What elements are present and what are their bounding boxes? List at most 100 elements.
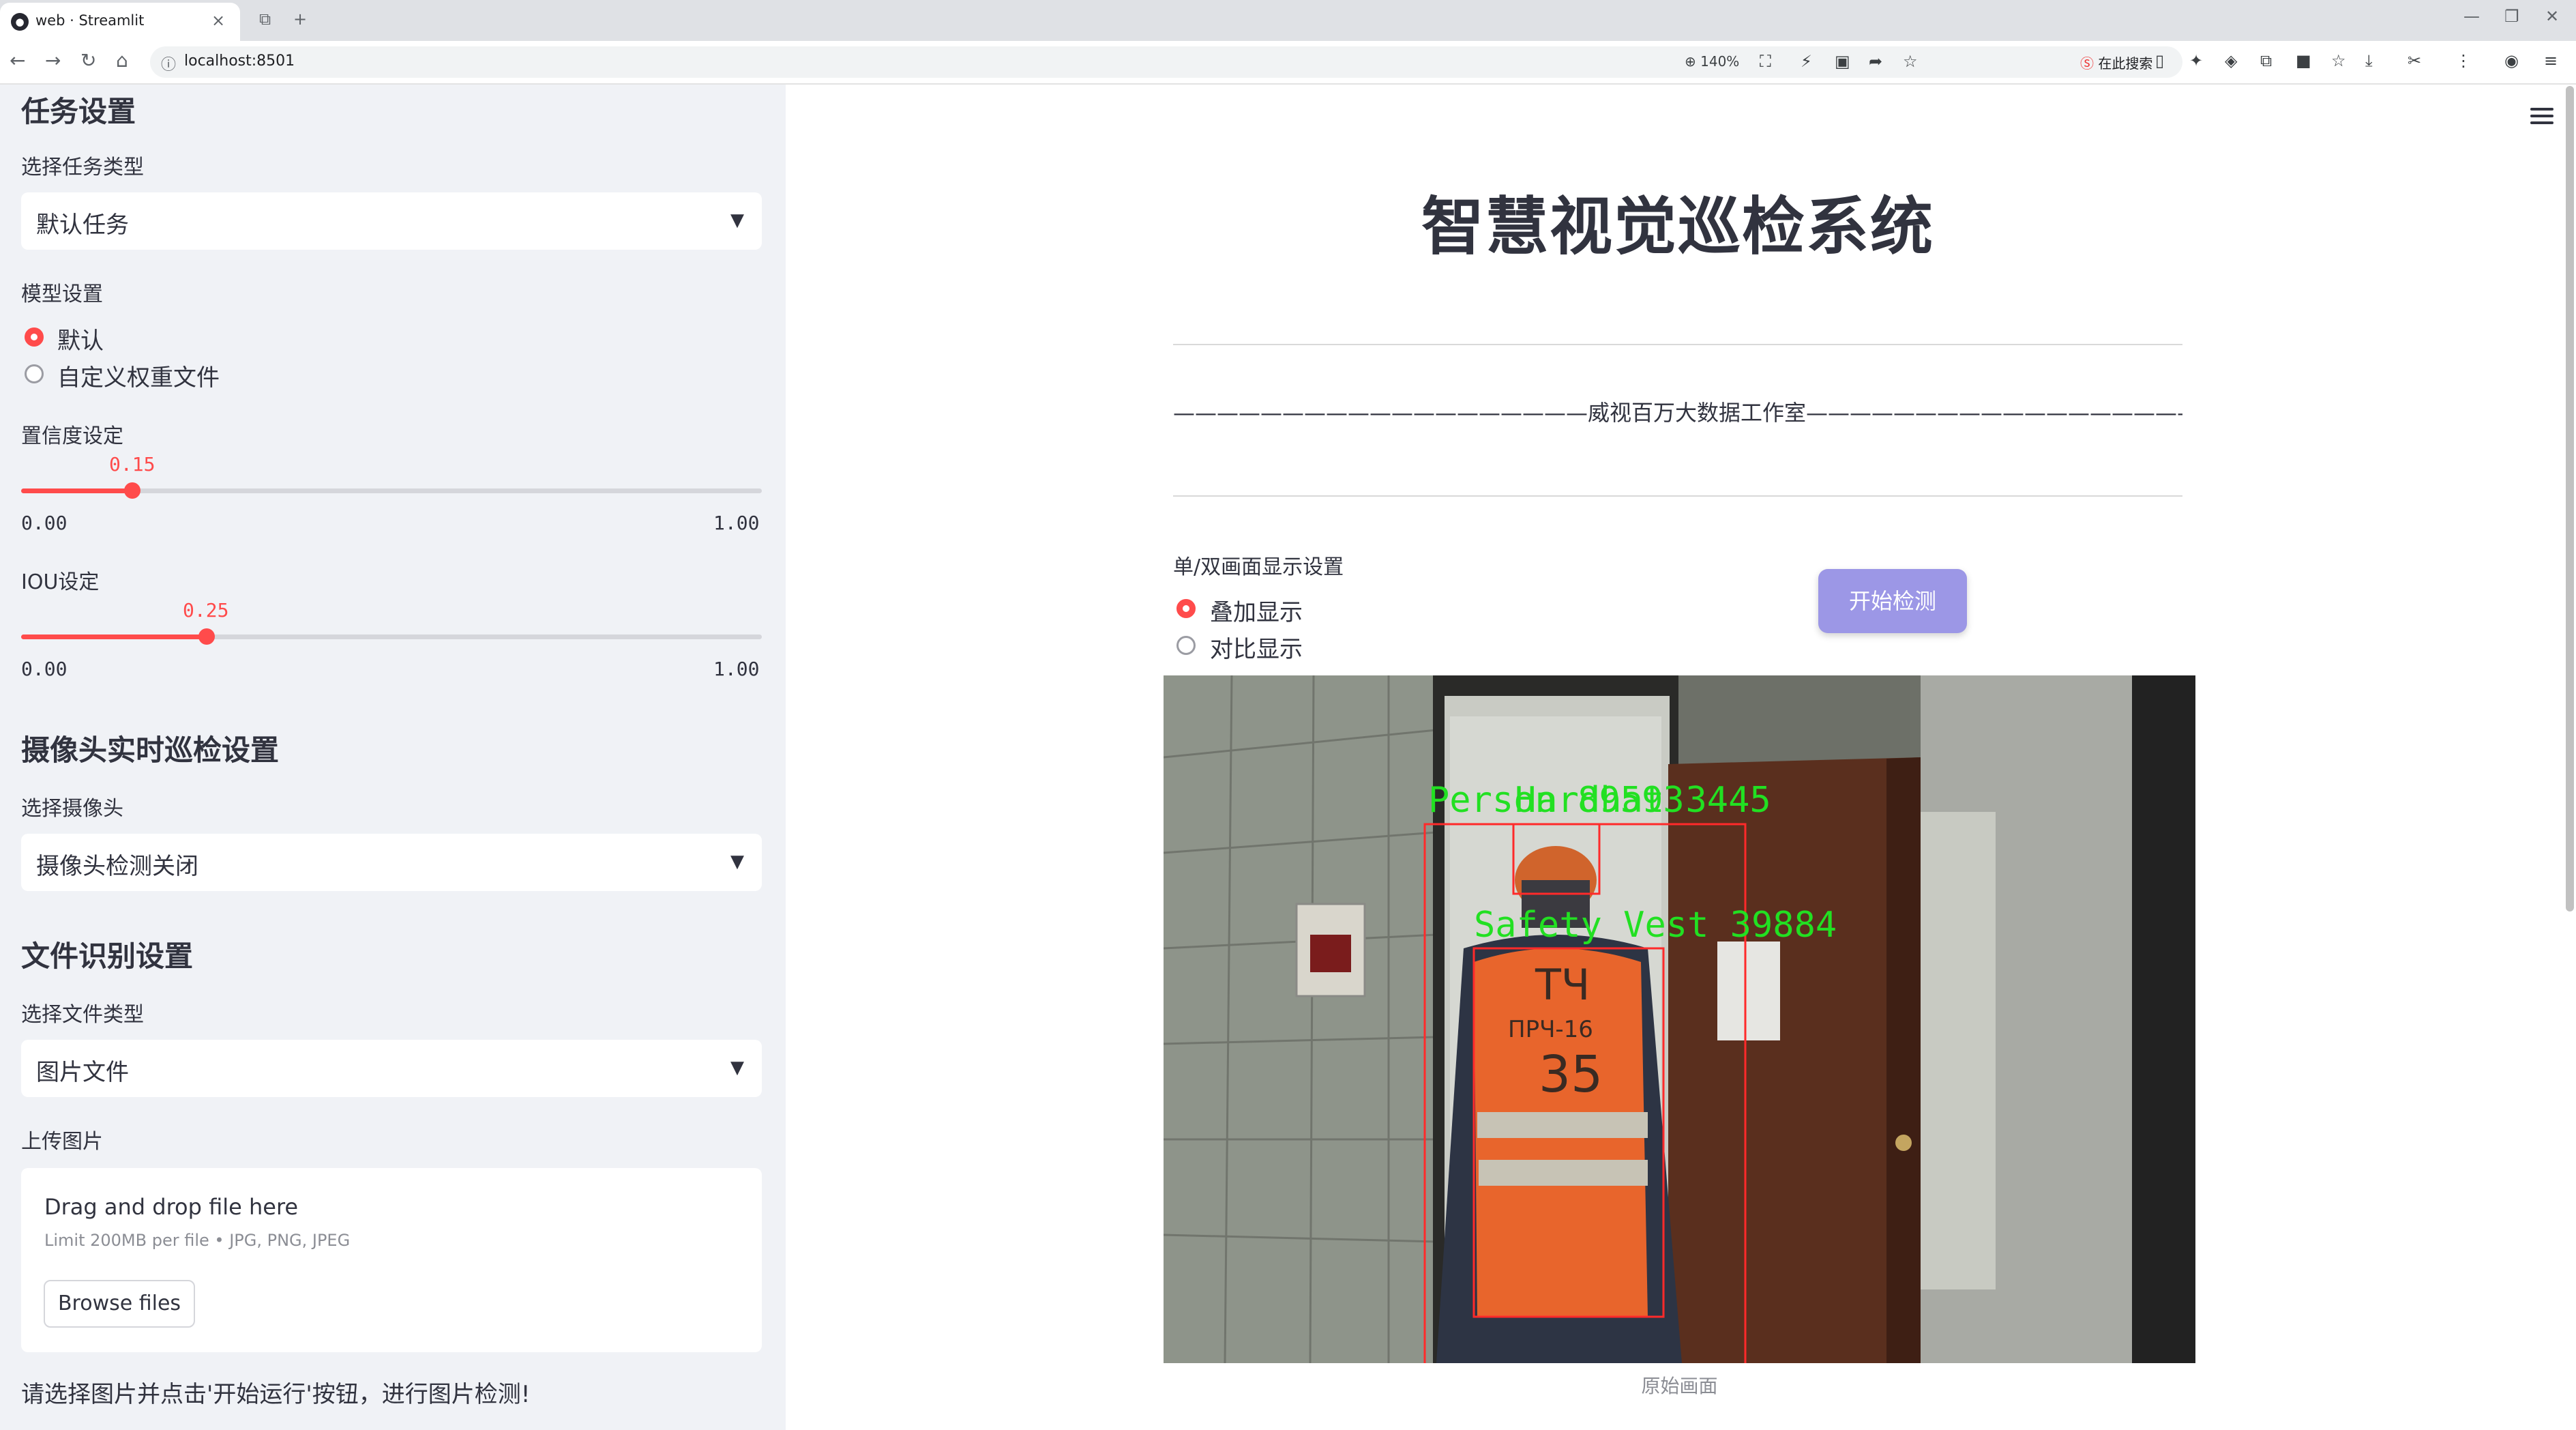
confidence-value: 0.15 [109,453,156,476]
confidence-slider-track[interactable] [21,482,762,499]
bookmark-star-icon[interactable]: ☆ [1903,52,1918,71]
task-type-select[interactable]: 默认任务 ▼ [21,192,762,250]
radio-custom-weights[interactable] [25,364,44,383]
zoom-level: 140% [1700,53,1740,70]
page-subtitle: ———————————————————威视百万大数据工作室———————————… [1173,400,2182,426]
confidence-min: 0.00 [21,512,68,534]
chevron-down-icon: ▼ [730,851,744,872]
camera-settings-heading: 摄像头实时巡检设置 [21,733,280,767]
lightning-icon[interactable]: ⚡ [1801,52,1812,71]
search-placeholder: 在此搜索 [2098,55,2153,72]
restore-icon[interactable]: ❐ [2504,7,2519,26]
tab-title: web · Streamlit [35,12,145,29]
file-type-value: 图片文件 [36,1059,129,1086]
page-title: 智慧视觉巡检系统 [1421,190,1934,263]
streamlit-favicon-icon: ● [11,13,29,31]
site-info-icon[interactable]: ⓘ [161,53,176,74]
address-bar[interactable]: ⓘ localhost:8501 ⊕ 140% ⛶ ⚡ ▣ ➦ ☆ Ⓢ 在此搜索 [150,46,2182,78]
profile-avatar[interactable]: ◉ [2504,51,2519,70]
phone-icon[interactable]: ▯ [2155,51,2164,70]
radio-default-model[interactable] [25,327,44,347]
start-detection-button[interactable]: 开始检测 [1818,569,1967,633]
browser-tab[interactable]: ● web · Streamlit × [0,3,240,41]
zoom-icon: ⊕ [1685,53,1701,70]
display-mode-label: 单/双画面显示设置 [1173,555,1344,579]
share-icon[interactable]: ➦ [1869,52,1882,71]
vest-text-top: ТЧ [1535,960,1590,1010]
menu-icon[interactable]: ≡ [2544,51,2558,70]
radio-default-model-label[interactable]: 默认 [57,322,104,355]
iou-value: 0.25 [183,599,229,622]
translate-icon[interactable]: ⛶ [1760,52,1771,71]
file-uploader-dropzone[interactable]: Drag and drop file here Limit 200MB per … [21,1168,762,1352]
close-tab-icon[interactable]: × [211,11,225,30]
chevron-down-icon: ▼ [730,1057,744,1078]
iou-max: 1.00 [713,658,760,680]
iou-label: IOU设定 [21,570,100,594]
download-icon[interactable]: ⤓ [2365,51,2373,70]
screenshot-icon[interactable]: ▣ [1835,52,1850,71]
camera-select[interactable]: 摄像头检测关闭 ▼ [21,834,762,891]
window-close-icon[interactable]: ✕ [2545,7,2559,26]
file-type-select[interactable]: 图片文件 ▼ [21,1040,762,1097]
model-settings-label: 模型设置 [21,282,103,306]
scene-illustration: ТЧ ПРЧ-16 35 Person 89593 Hardhat 3445 S… [1164,675,2195,1363]
sidebar: 任务设置 选择任务类型 默认任务 ▼ 模型设置 默认 自定义权重文件 置信度设定… [0,85,786,1430]
upload-image-label: 上传图片 [21,1130,103,1154]
task-type-label: 选择任务类型 [21,156,144,179]
upload-hint: 请选择图片并点击'开始运行'按钮，进行图片检测! [21,1381,531,1408]
iou-slider-track[interactable] [21,628,762,645]
home-icon[interactable]: ⌂ [116,49,128,72]
browser-toolbar: ← → ↻ ⌂ ⓘ localhost:8501 ⊕ 140% ⛶ ⚡ ▣ ➦ … [0,41,2576,85]
radio-custom-weights-label[interactable]: 自定义权重文件 [57,359,220,392]
uploader-limits: Limit 200MB per file • JPG, PNG, JPEG [44,1231,351,1250]
radio-overlay-display[interactable] [1176,599,1196,618]
favorites-icon[interactable]: ☆ [2331,51,2346,70]
camera-select-value: 摄像头检测关闭 [36,853,198,880]
confidence-max: 1.00 [713,512,760,534]
radio-overlay-display-label[interactable]: 叠加显示 [1210,594,1303,627]
door-notice [1717,942,1780,1040]
task-settings-heading: 任务设置 [21,95,136,128]
file-type-label: 选择文件类型 [21,1003,144,1027]
confidence-label: 置信度设定 [21,424,123,448]
detection-label-hardhat: Hardhat 3445 [1515,780,1771,821]
iou-slider-thumb[interactable] [198,628,215,645]
more-icon[interactable]: ⋮ [2455,51,2472,70]
back-icon[interactable]: ← [10,49,25,72]
chevron-down-icon: ▼ [730,210,744,231]
vest-text-middle: ПРЧ-16 [1508,1016,1593,1043]
uploader-title: Drag and drop file here [44,1194,299,1220]
detection-label-safety-vest: Safety Vest 39884 [1474,905,1837,946]
extension-dark-icon[interactable]: ■ [2296,51,2311,70]
radio-compare-display-label[interactable]: 对比显示 [1210,630,1303,664]
iou-slider-fill [21,634,207,639]
new-tab-icon[interactable]: + [293,10,307,29]
iou-min: 0.00 [21,658,68,680]
hamburger-menu-icon[interactable] [2530,108,2553,128]
divider [1173,495,2182,497]
vest-text-number: 35 [1539,1045,1603,1104]
tab-actions-icon[interactable]: ⧉ [259,10,271,29]
reload-icon[interactable]: ↻ [80,49,96,72]
detection-result-image: ТЧ ПРЧ-16 35 Person 89593 Hardhat 3445 S… [1164,675,2195,1363]
forward-icon[interactable]: → [45,49,61,72]
translate-ext-icon[interactable]: ⧉ [2260,51,2272,70]
search-engine-box[interactable]: Ⓢ 在此搜索 [2080,53,2285,78]
confidence-slider-fill [21,488,132,493]
browse-files-button[interactable]: Browse files [44,1280,195,1328]
browser-tab-bar: ● web · Streamlit × ⧉ + — ❐ ✕ [0,0,2576,41]
zoom-indicator[interactable]: ⊕ 140% [1685,53,1739,70]
image-caption: 原始画面 [1641,1375,1718,1397]
page-scrollbar[interactable] [2566,86,2574,911]
scissors-icon[interactable]: ✂ [2408,51,2421,70]
radio-compare-display[interactable] [1176,636,1196,655]
minimize-icon[interactable]: — [2463,7,2480,26]
confidence-slider-thumb[interactable] [123,482,140,499]
extension-blue-icon[interactable]: ◈ [2225,51,2237,70]
search-engine-icon: Ⓢ [2080,55,2099,72]
extension-icon[interactable]: ✦ [2189,51,2203,70]
file-settings-heading: 文件识别设置 [21,939,194,973]
address-url: localhost:8501 [184,53,295,70]
task-type-value: 默认任务 [36,211,129,239]
